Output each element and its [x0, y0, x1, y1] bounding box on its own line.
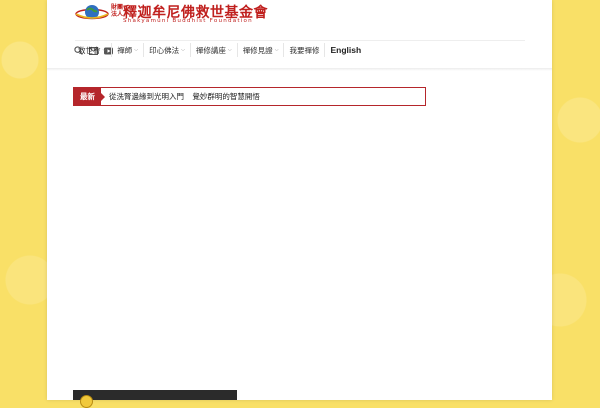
logo-small-text: 財團法人	[111, 4, 124, 18]
chevron-down-icon: ⌵	[134, 47, 139, 53]
nav-item-chanxiu-jiangzuo[interactable]: 禪修講座 ⌵	[191, 43, 238, 57]
site-logo[interactable]: 財團法人 釋迦牟尼佛救世基金會 Shakyamuni Buddhist Foun…	[75, 2, 268, 24]
ticker-headline-link[interactable]: 從洗腎邊緣到光明入門 覺妙群明的智慧開悟	[109, 88, 260, 105]
chevron-down-icon: ⌵	[274, 47, 279, 53]
nav-item-chanshi[interactable]: 禪師 ⌵	[112, 43, 145, 57]
nav-item-yinxin-fofa[interactable]: 印心佛法 ⌵	[144, 43, 191, 57]
globe-logo-icon	[75, 5, 109, 20]
nav-item-label: English	[330, 45, 362, 55]
nav-item-label: 我要禪修	[289, 45, 320, 55]
nav-item-jiushihui[interactable]: 救世會 ⌵	[73, 43, 113, 57]
chevron-down-icon: ⌵	[181, 47, 185, 53]
nav-item-label: 禪師	[117, 45, 133, 55]
media-player-bar[interactable]	[73, 390, 237, 408]
main-nav: 救世會 ⌵ 禪師 ⌵ 印心佛法 ⌵ 禪修講座 ⌵ 禪修見證 ⌵ 我要禪修 English	[73, 43, 366, 57]
nav-item-label: 禪修講座	[195, 45, 226, 55]
nav-bottom-shadow	[47, 68, 552, 71]
nav-item-label: 禪修見證	[242, 45, 273, 55]
nav-item-chanxiu-jianzheng[interactable]: 禪修見證 ⌵	[238, 43, 285, 57]
nav-item-label: 印心佛法	[149, 45, 180, 55]
player-logo-icon	[80, 395, 93, 408]
news-ticker: 最新 從洗腎邊緣到光明入門 覺妙群明的智慧開悟	[73, 87, 426, 106]
page-container: 財團法人 釋迦牟尼佛救世基金會 Shakyamuni Buddhist Foun…	[47, 0, 552, 408]
nav-item-label: 救世會	[78, 45, 101, 55]
header-divider	[75, 40, 525, 41]
chevron-down-icon: ⌵	[102, 47, 107, 53]
ticker-label: 最新	[74, 88, 101, 105]
chevron-down-icon: ⌵	[227, 47, 232, 53]
nav-item-english[interactable]: English	[325, 43, 366, 57]
logo-subtitle: Shakyamuni Buddhist Foundation	[123, 18, 253, 24]
ticker-arrow	[101, 93, 105, 101]
nav-item-woyao-chanxiu[interactable]: 我要禪修	[284, 43, 326, 57]
